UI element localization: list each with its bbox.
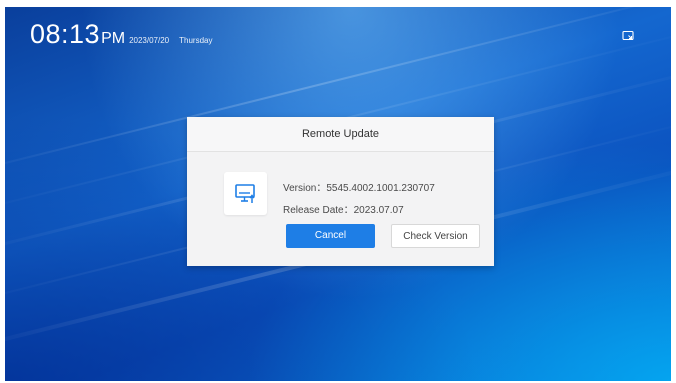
remote-update-dialog: Remote Update Version：5545.4002.1001.230… [187,117,494,266]
version-value: 5545.4002.1001.230707 [326,183,435,194]
clock-ampm: PM [101,30,126,47]
release-date-label: Release Date： [283,205,354,216]
dialog-title: Remote Update [187,117,494,152]
clock-date: 2023/07/20 [129,36,170,45]
version-info: Version：5545.4002.1001.230707 [283,179,435,194]
monitor-update-icon [224,172,267,215]
screen-share-icon[interactable] [622,29,634,41]
status-clock: 08:13 PM 2023/07/20 Thursday [30,19,212,50]
release-date-info: Release Date：2023.07.07 [283,201,404,216]
clock-weekday: Thursday [179,36,213,45]
clock-time: 08:13 [30,19,101,49]
version-label: Version： [283,183,327,194]
release-date-value: 2023.07.07 [353,205,404,216]
cancel-button[interactable]: Cancel [286,224,375,248]
check-version-button[interactable]: Check Version [391,224,480,248]
